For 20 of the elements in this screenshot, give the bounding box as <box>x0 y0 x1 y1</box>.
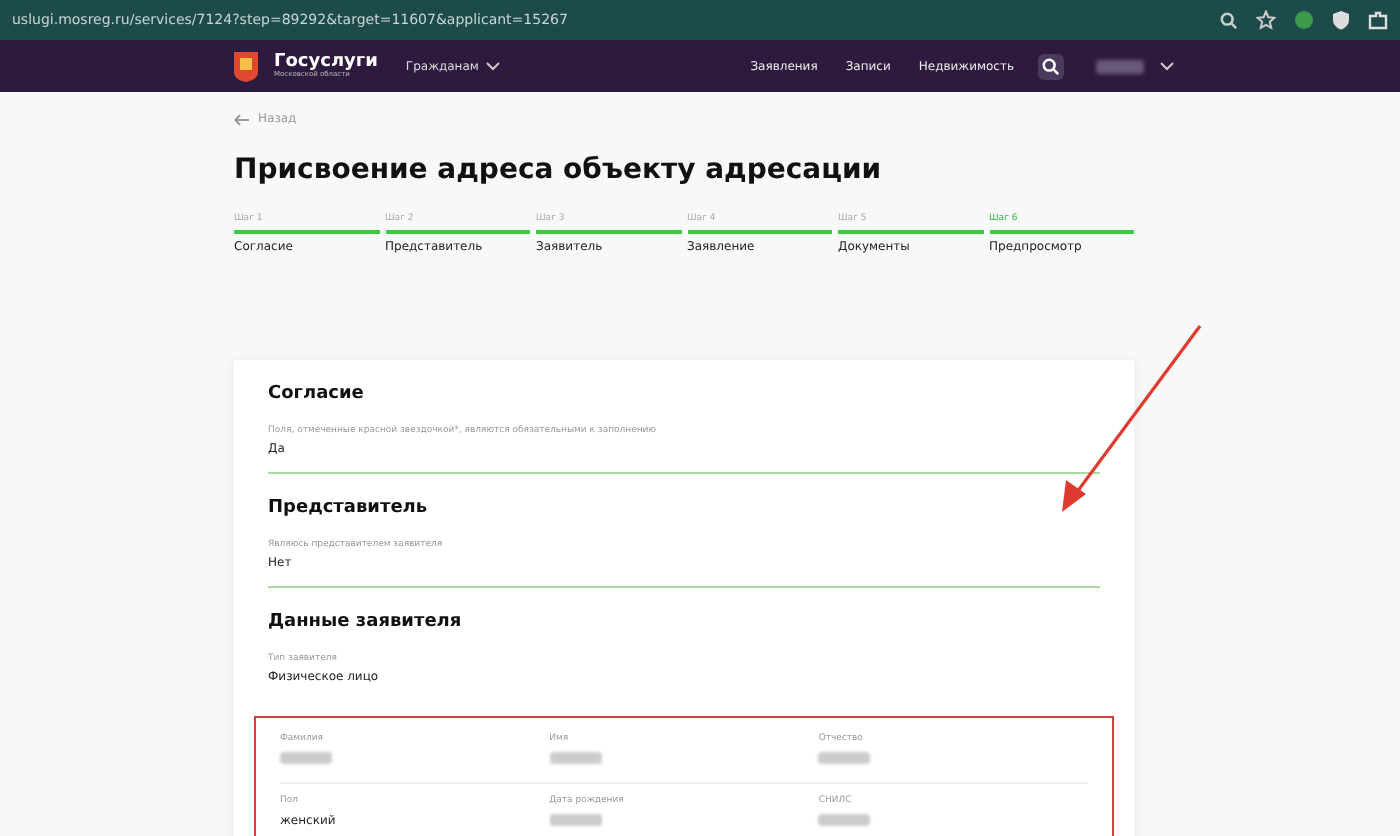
page-title: Присвоение адреса объекту адресации <box>234 154 884 186</box>
chevron-down-icon[interactable] <box>1160 61 1174 71</box>
section-title: Представитель <box>268 498 430 518</box>
chevron-down-icon <box>486 61 501 71</box>
search-button[interactable] <box>1038 53 1064 79</box>
section-title: Согласие <box>268 384 366 404</box>
logo-title[interactable]: Госуслуги <box>274 53 378 72</box>
arrow-left-icon <box>234 113 250 125</box>
redacted-value <box>280 752 332 764</box>
search-icon[interactable] <box>1220 11 1238 29</box>
star-icon[interactable] <box>1256 10 1276 30</box>
puzzle-icon[interactable] <box>1368 10 1388 30</box>
redacted-value <box>549 814 602 826</box>
redacted-value <box>549 752 602 764</box>
shield-icon[interactable] <box>1332 10 1350 30</box>
extension-icon[interactable] <box>1294 10 1314 30</box>
redacted-value <box>818 752 871 764</box>
redacted-value <box>818 814 871 826</box>
section-title: Данные заявителя <box>268 612 464 632</box>
coat-of-arms-icon[interactable] <box>234 51 258 81</box>
